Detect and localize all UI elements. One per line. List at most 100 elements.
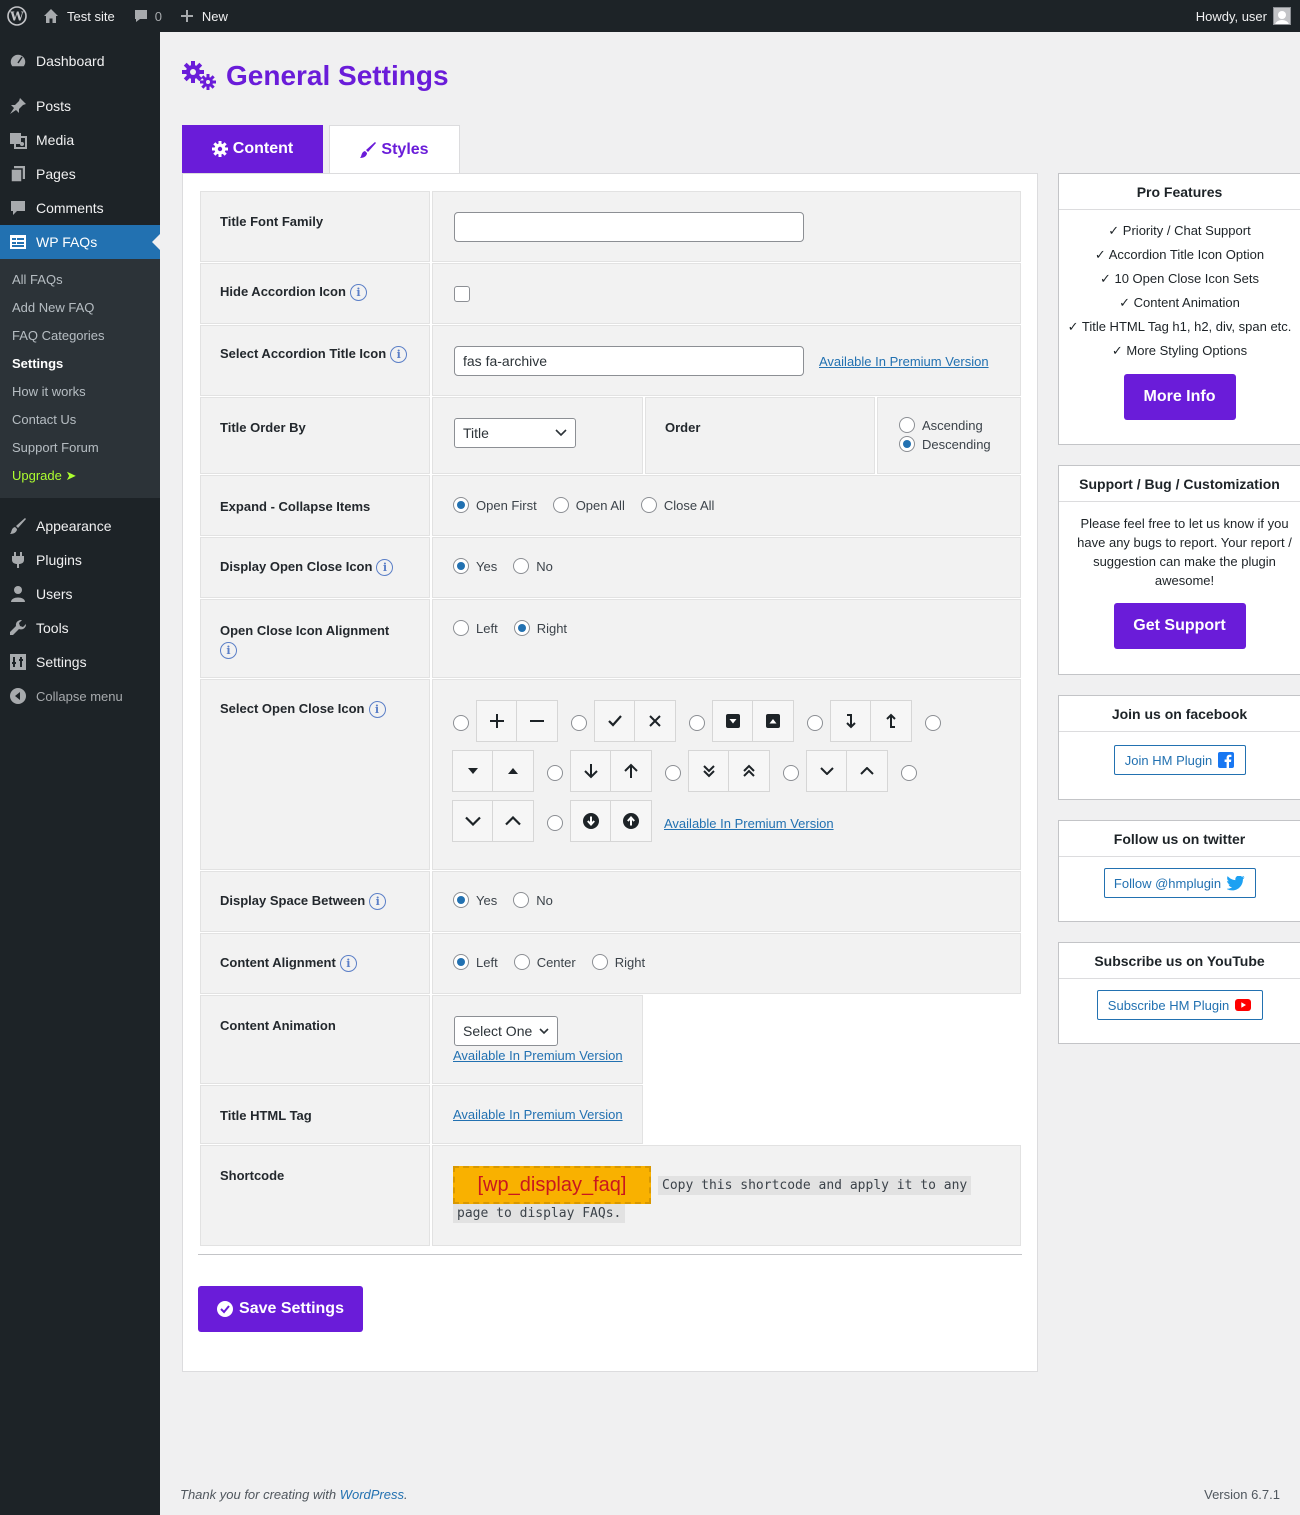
icon-set-radio-1[interactable] [453, 715, 469, 731]
icon-align-left[interactable]: Left [453, 620, 498, 636]
radio-no[interactable] [513, 558, 530, 574]
info-icon[interactable]: i [368, 701, 386, 719]
icon-set-arrows[interactable] [570, 750, 652, 792]
expand-close-all[interactable]: Close All [640, 497, 714, 513]
submenu-support-forum[interactable]: Support Forum [0, 434, 160, 462]
icon-set-plus-minus[interactable] [476, 700, 558, 742]
menu-plugins[interactable]: Plugins [0, 543, 160, 577]
more-info-button[interactable]: More Info [1123, 374, 1236, 420]
new-content-link[interactable]: New [172, 0, 236, 32]
icon-set-radio-4[interactable] [807, 715, 823, 731]
tab-styles[interactable]: Styles [329, 125, 460, 173]
tab-content[interactable]: Content [182, 125, 323, 173]
icon-set-radio-8[interactable] [783, 765, 799, 781]
submenu-how-it-works[interactable]: How it works [0, 378, 160, 406]
icon-set-angle[interactable] [806, 750, 888, 792]
radio-close-all[interactable] [640, 497, 657, 513]
follow-twitter-button[interactable]: Follow @hmplugin [1103, 868, 1256, 898]
wordpress-link[interactable]: WordPress [340, 1487, 404, 1502]
icon-set-chevron[interactable] [452, 800, 534, 842]
menu-dashboard[interactable]: Dashboard [0, 44, 160, 78]
content-align-right[interactable]: Right [591, 954, 645, 970]
menu-posts[interactable]: Posts [0, 89, 160, 123]
join-facebook-button[interactable]: Join HM Plugin [1113, 745, 1246, 775]
space-between-yes[interactable]: Yes [453, 892, 497, 908]
radio-open-first[interactable] [453, 497, 469, 513]
radio-yes[interactable] [453, 558, 469, 574]
comments-link[interactable]: 0 [125, 0, 170, 32]
icon-align-right[interactable]: Right [513, 620, 567, 636]
radio-right[interactable] [513, 620, 530, 636]
save-settings-button[interactable]: Save Settings [198, 1286, 363, 1332]
shortcode-box[interactable]: [wp_display_faq] [453, 1166, 651, 1204]
submenu-contact-us[interactable]: Contact Us [0, 406, 160, 434]
submenu-all-faqs[interactable]: All FAQs [0, 266, 160, 294]
info-icon[interactable]: i [390, 346, 408, 364]
icon-set-radio-7[interactable] [665, 765, 681, 781]
premium-link[interactable]: Available In Premium Version [664, 816, 834, 831]
icon-set-double-angle[interactable] [688, 750, 770, 792]
radio-left[interactable] [453, 954, 469, 970]
submenu-settings[interactable]: Settings [0, 350, 160, 378]
submenu-upgrade[interactable]: Upgrade ➤ [0, 462, 160, 490]
animation-select[interactable]: Select One [454, 1016, 558, 1046]
icon-set-check-close[interactable] [594, 700, 676, 742]
my-account[interactable]: Howdy, user [1196, 7, 1300, 25]
menu-media[interactable]: Media [0, 123, 160, 157]
menu-appearance[interactable]: Appearance [0, 509, 160, 543]
icon-set-radio-3[interactable] [689, 715, 705, 731]
display-icon-no[interactable]: No [513, 558, 553, 574]
premium-link[interactable]: Available In Premium Version [819, 354, 989, 369]
space-between-no[interactable]: No [513, 892, 553, 908]
radio-ascending[interactable] [899, 417, 915, 433]
premium-link[interactable]: Available In Premium Version [453, 1107, 623, 1122]
order-descending-option[interactable]: Descending [899, 436, 991, 452]
get-support-button[interactable]: Get Support [1113, 603, 1246, 649]
radio-descending[interactable] [899, 436, 915, 452]
menu-settings[interactable]: Settings [0, 645, 160, 679]
icon-set-radio-6[interactable] [547, 765, 563, 781]
hide-icon-checkbox[interactable] [454, 286, 470, 302]
wordpress-logo-icon[interactable]: W [0, 0, 35, 32]
content-align-left[interactable]: Left [453, 954, 498, 970]
note-text: page to display FAQs. [453, 1204, 626, 1223]
menu-pages[interactable]: Pages [0, 157, 160, 191]
icon-set-caret[interactable] [452, 750, 534, 792]
icon-set-radio-5[interactable] [925, 715, 941, 731]
title-icon-input[interactable] [454, 346, 804, 376]
icon-set-circle-arrows[interactable] [570, 800, 652, 842]
premium-link[interactable]: Available In Premium Version [453, 1048, 623, 1063]
order-by-select[interactable]: Title [454, 418, 576, 448]
info-icon[interactable]: i [369, 893, 387, 911]
radio-open-all[interactable] [552, 497, 569, 513]
icon-set-radio-9[interactable] [901, 765, 917, 781]
expand-open-first[interactable]: Open First [453, 497, 537, 513]
radio-left[interactable] [453, 620, 469, 636]
icon-set-caret-square[interactable] [712, 700, 794, 742]
content-align-center[interactable]: Center [513, 954, 576, 970]
submenu-faq-categories[interactable]: FAQ Categories [0, 322, 160, 350]
menu-users[interactable]: Users [0, 577, 160, 611]
radio-right[interactable] [591, 954, 608, 970]
info-icon[interactable]: i [220, 642, 237, 660]
icon-set-level-arrows[interactable] [830, 700, 912, 742]
radio-no[interactable] [513, 892, 530, 908]
info-icon[interactable]: i [376, 559, 394, 577]
subscribe-youtube-button[interactable]: Subscribe HM Plugin [1096, 990, 1263, 1020]
info-icon[interactable]: i [339, 955, 357, 973]
menu-comments[interactable]: Comments [0, 191, 160, 225]
icon-set-radio-10[interactable] [547, 815, 563, 831]
site-name-link[interactable]: Test site [35, 0, 123, 32]
expand-open-all[interactable]: Open All [552, 497, 625, 513]
radio-center[interactable] [513, 954, 530, 970]
menu-tools[interactable]: Tools [0, 611, 160, 645]
info-icon[interactable]: i [349, 284, 367, 302]
order-ascending-option[interactable]: Ascending [899, 417, 983, 433]
collapse-menu-button[interactable]: Collapse menu [0, 679, 160, 713]
title-font-family-input[interactable] [454, 212, 804, 242]
display-icon-yes[interactable]: Yes [453, 558, 497, 574]
radio-yes[interactable] [453, 892, 469, 908]
menu-wp-faqs[interactable]: WP FAQs [0, 225, 160, 259]
submenu-add-new-faq[interactable]: Add New FAQ [0, 294, 160, 322]
icon-set-radio-2[interactable] [571, 715, 587, 731]
